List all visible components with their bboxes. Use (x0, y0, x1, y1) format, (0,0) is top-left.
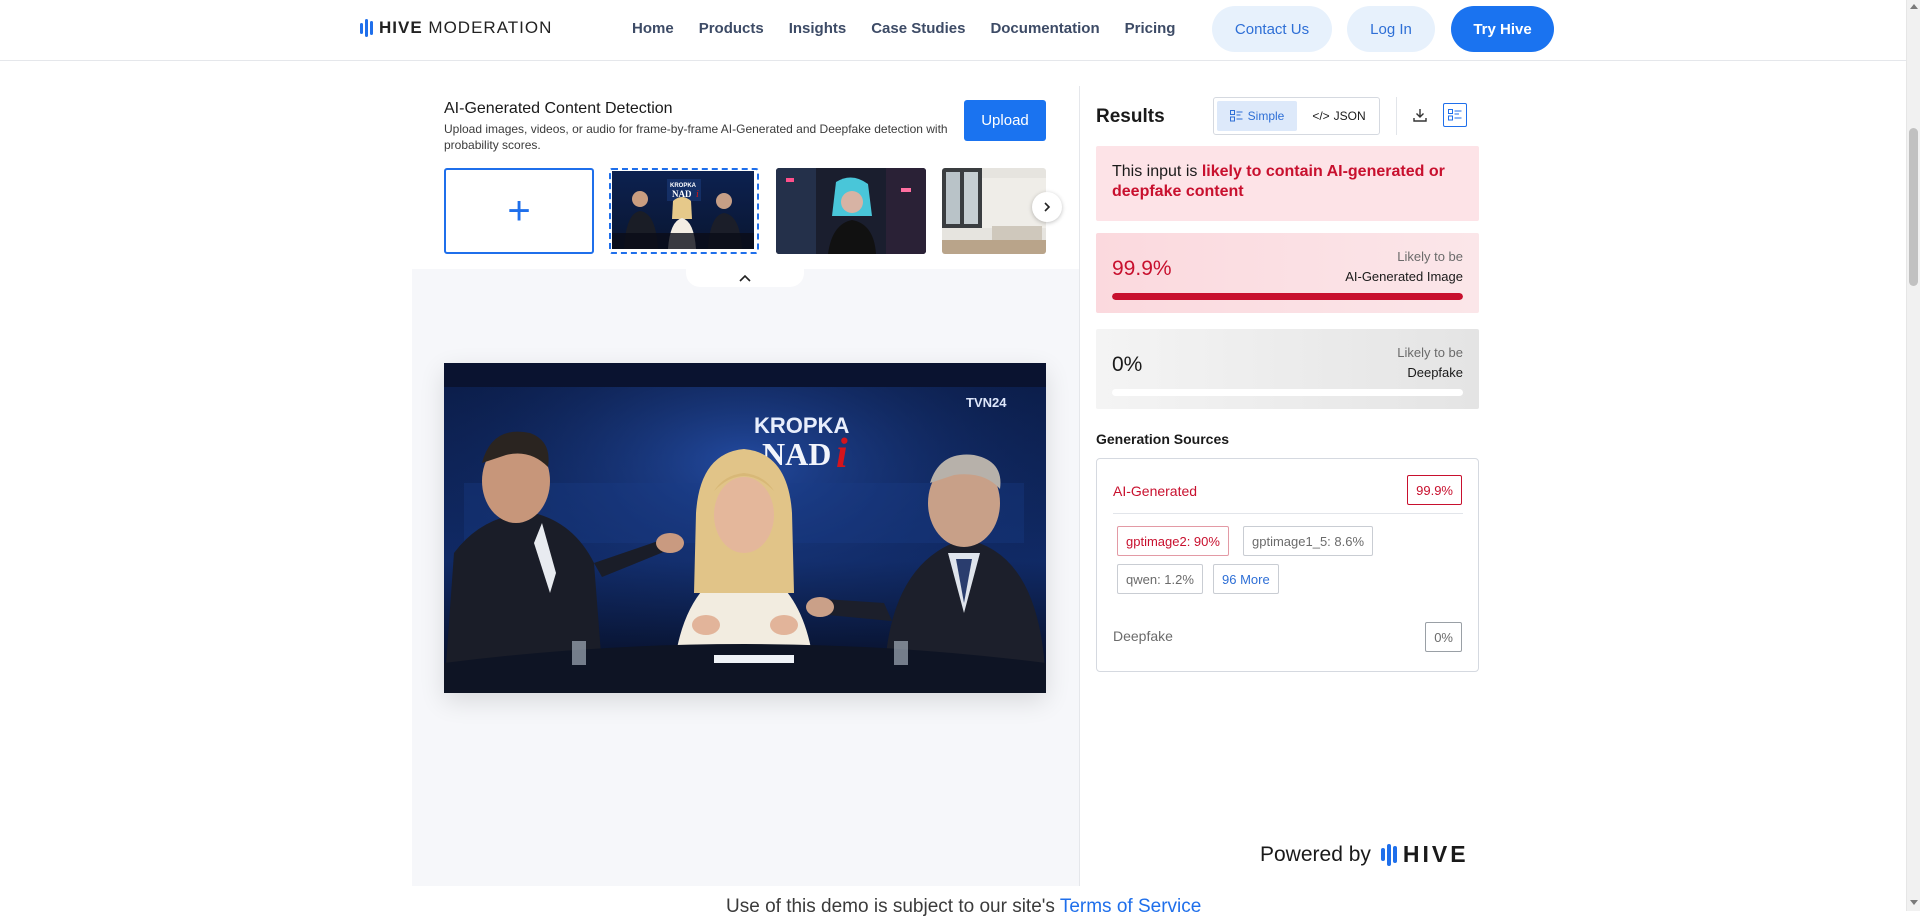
simple-view-label: Simple (1247, 109, 1285, 123)
verdict-prefix: This input is (1112, 163, 1202, 180)
main-nav: Home Products Insights Case Studies Docu… (632, 20, 1175, 37)
ai-generated-score-card: 99.9% Likely to be AI-Generated Image (1096, 233, 1479, 313)
detector-subtitle: Upload images, videos, or audio for fram… (444, 122, 948, 152)
log-in-button[interactable]: Log In (1347, 6, 1435, 52)
nav-insights[interactable]: Insights (789, 20, 847, 37)
deepfake-progress-track (1112, 389, 1463, 396)
footer-terms: Use of this demo is subject to our site'… (726, 896, 1201, 918)
deepfake-score-card: 0% Likely to be Deepfake (1096, 329, 1479, 409)
detector-title: AI-Generated Content Detection (444, 100, 673, 117)
nav-pricing[interactable]: Pricing (1125, 20, 1176, 37)
upload-button[interactable]: Upload (964, 100, 1046, 141)
chevron-right-icon (1044, 202, 1051, 212)
details-view-button[interactable] (1443, 103, 1467, 127)
simple-view-tab[interactable]: Simple (1217, 101, 1297, 131)
input-panel-header: AI-Generated Content Detection Upload im… (412, 86, 1079, 269)
scrollbar-thumb[interactable] (1909, 128, 1918, 286)
download-button[interactable] (1408, 103, 1432, 127)
deepfake-badge: 0% (1425, 622, 1462, 652)
chevron-up-icon (739, 274, 751, 282)
details-list-icon (1448, 109, 1462, 121)
plus-icon: + (507, 188, 531, 233)
svg-text:i: i (836, 431, 848, 477)
deepfake-label: Deepfake (1113, 628, 1173, 644)
brand-name: HIVE MODERATION (379, 18, 553, 37)
deepfake-score: 0% (1112, 353, 1143, 376)
nav-documentation[interactable]: Documentation (990, 20, 1099, 37)
ai-generated-score: 99.9% (1112, 257, 1172, 280)
scroll-down-arrow-icon[interactable] (1910, 900, 1918, 905)
contact-us-button[interactable]: Contact Us (1212, 6, 1332, 52)
source-chip: gptimage2: 90% (1117, 526, 1229, 556)
verdict-banner: This input is likely to contain AI-gener… (1096, 146, 1479, 221)
scroll-up-arrow-icon[interactable] (1910, 4, 1918, 9)
results-title: Results (1096, 106, 1165, 127)
more-sources-button[interactable]: 96 More (1213, 564, 1279, 594)
powered-by-text: Powered by (1260, 842, 1371, 866)
json-view-tab[interactable]: </> JSON (1302, 101, 1376, 131)
powered-by: Powered by HIVE (1260, 841, 1469, 868)
svg-text:TVN24: TVN24 (966, 395, 1007, 410)
view-toggle: Simple </> JSON (1213, 97, 1380, 135)
source-chip: qwen: 1.2% (1117, 564, 1203, 594)
collapse-thumbnails-button[interactable] (686, 269, 804, 287)
code-icon: </> (1312, 109, 1330, 123)
ai-generated-label: AI-Generated (1113, 483, 1198, 499)
hive-logo[interactable]: HIVE (1380, 841, 1469, 868)
generation-sources-box: AI-Generated 99.9% gptimage2: 90% gptima… (1096, 458, 1479, 672)
deepfake-caption: Likely to be (1397, 345, 1463, 360)
hive-wordmark: HIVE (1402, 841, 1469, 867)
download-icon (1413, 109, 1427, 122)
news-debate-preview-image: KROPKA NAD i TVN24 (444, 363, 1046, 693)
results-panel: Results Simple </> JSON This input is li… (1079, 86, 1505, 886)
thumbnails-next-button[interactable] (1032, 192, 1062, 222)
ai-generated-caption: Likely to be (1397, 249, 1463, 264)
top-navigation: HIVE MODERATION Home Products Insights C… (0, 0, 1906, 61)
nav-home[interactable]: Home (632, 20, 674, 37)
nav-products[interactable]: Products (699, 20, 764, 37)
cyberpunk-woman-thumbnail-image (776, 168, 926, 254)
nav-case-studies[interactable]: Case Studies (871, 20, 965, 37)
deepfake-class: Deepfake (1407, 365, 1463, 380)
ai-generated-progress-track (1112, 293, 1463, 300)
ai-generated-class: AI-Generated Image (1345, 269, 1463, 284)
ai-generated-badge: 99.9% (1407, 475, 1462, 505)
thumbnail-selected[interactable]: KROPKA NAD i (609, 168, 759, 254)
add-media-button[interactable]: + (444, 168, 594, 254)
toolbar-divider (1396, 97, 1397, 135)
ai-generated-progress-fill (1112, 293, 1463, 300)
brand-logo[interactable]: HIVE MODERATION (360, 18, 552, 38)
json-view-label: JSON (1333, 109, 1366, 123)
interior-room-thumbnail-image (942, 168, 1046, 254)
svg-text:i: i (696, 189, 699, 200)
hive-logo-icon (1380, 843, 1397, 867)
thumbnail-interior[interactable] (942, 168, 1046, 254)
footer-text: Use of this demo is subject to our site'… (726, 896, 1060, 917)
news-debate-thumbnail-image: KROPKA NAD i (612, 171, 754, 249)
hive-logo-icon (360, 18, 373, 38)
sources-divider (1113, 513, 1463, 514)
try-hive-button[interactable]: Try Hive (1451, 6, 1554, 52)
source-chip: gptimage1_5: 8.6% (1243, 526, 1374, 556)
page-scrollbar[interactable] (1906, 0, 1920, 911)
terms-of-service-link[interactable]: Terms of Service (1060, 896, 1201, 917)
preview-image: KROPKA NAD i TVN24 (444, 363, 1046, 693)
thumbnail-cyberpunk[interactable] (776, 168, 926, 254)
list-view-icon (1229, 110, 1243, 122)
input-panel: AI-Generated Content Detection Upload im… (412, 86, 1079, 886)
generation-sources-title: Generation Sources (1096, 431, 1230, 447)
